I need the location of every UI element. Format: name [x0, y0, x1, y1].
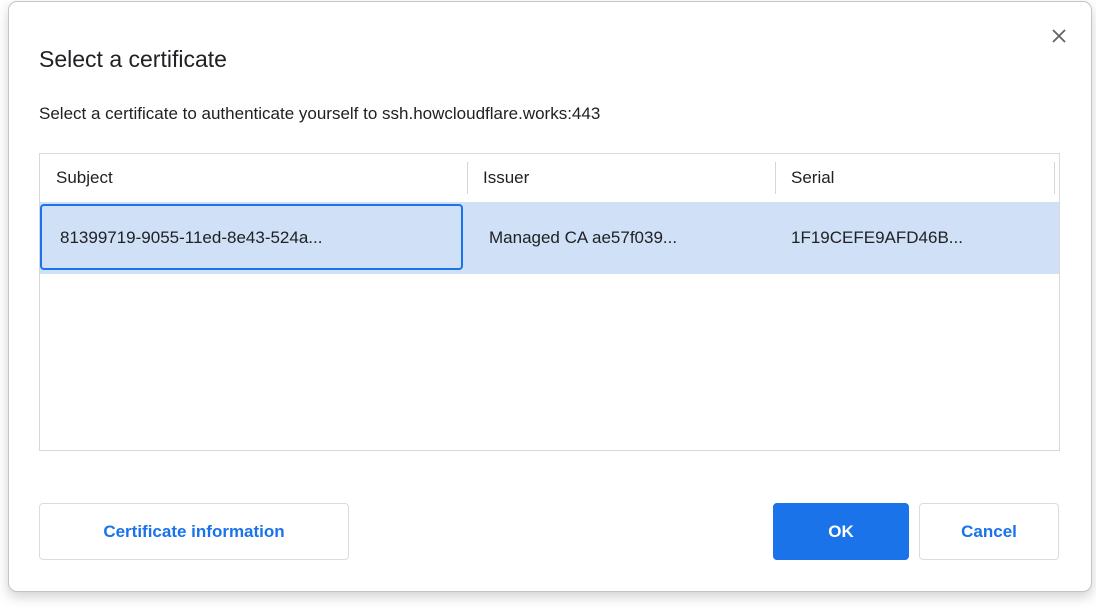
cell-issuer: Managed CA ae57f039...	[467, 202, 775, 274]
certificate-information-button[interactable]: Certificate information	[39, 503, 349, 560]
certificate-row-selected[interactable]: 81399719-9055-11ed-8e43-524a... Managed …	[40, 202, 1059, 274]
cell-serial: 1F19CEFE9AFD46B...	[775, 202, 1055, 274]
column-header-subject: Subject	[40, 154, 467, 202]
column-divider	[467, 162, 468, 194]
close-icon[interactable]	[1045, 22, 1073, 50]
certificate-table: Subject Issuer Serial 81399719-9055-11ed…	[39, 153, 1060, 451]
column-divider	[1054, 162, 1055, 194]
cancel-button[interactable]: Cancel	[919, 503, 1059, 560]
table-header: Subject Issuer Serial	[40, 154, 1059, 202]
column-header-serial: Serial	[775, 154, 1055, 202]
dialog-title: Select a certificate	[39, 46, 227, 73]
column-divider	[775, 162, 776, 194]
certificate-select-dialog: Select a certificate Select a certificat…	[8, 1, 1092, 592]
dialog-subtitle: Select a certificate to authenticate you…	[39, 104, 600, 124]
column-header-issuer: Issuer	[467, 154, 775, 202]
ok-button[interactable]: OK	[773, 503, 909, 560]
cell-subject: 81399719-9055-11ed-8e43-524a...	[40, 202, 467, 274]
